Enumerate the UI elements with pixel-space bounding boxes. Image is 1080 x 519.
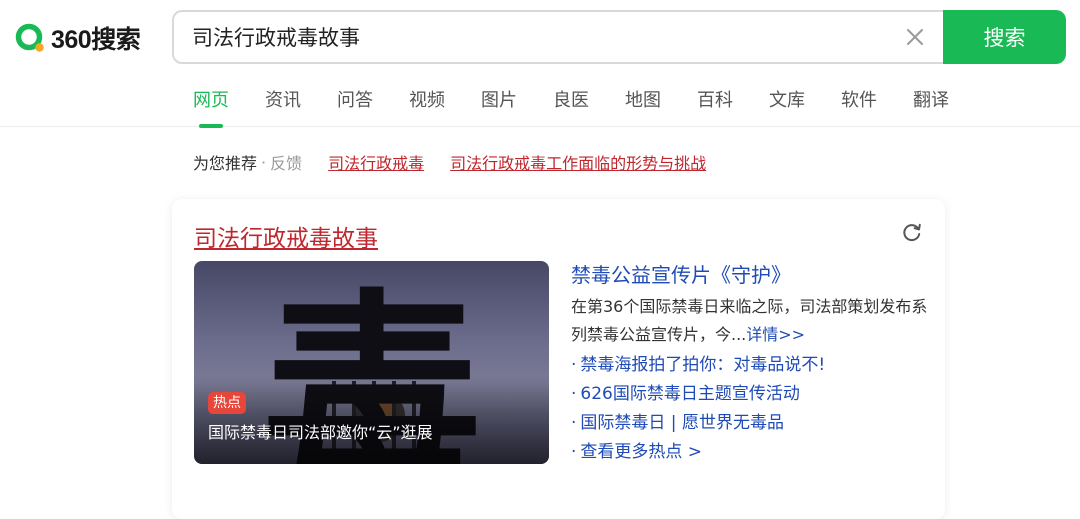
search-tabs: 网页 资讯 问答 视频 图片 良医 地图 百科 文库 软件 翻译 <box>193 88 985 128</box>
tab-webpage[interactable]: 网页 <box>193 88 229 128</box>
list-item-label: 626国际禁毒日主题宣传活动 <box>580 384 800 404</box>
tab-video[interactable]: 视频 <box>409 88 445 114</box>
list-item[interactable]: · 禁毒海报拍了拍你：对毒品说不! <box>571 351 931 380</box>
bullet-icon: · <box>571 384 577 404</box>
list-item[interactable]: · 国际禁毒日 | 愿世界无毒品 <box>571 409 931 438</box>
hot-list: · 禁毒海报拍了拍你：对毒品说不! · 626国际禁毒日主题宣传活动 · 国际禁毒日 … <box>571 351 931 467</box>
list-item[interactable]: · 626国际禁毒日主题宣传活动 <box>571 380 931 409</box>
list-item-label: 禁毒海报拍了拍你：对毒品说不! <box>580 355 826 375</box>
logo-text: 360搜索 <box>51 26 141 54</box>
recommend-link[interactable]: 司法行政戒毒工作面临的形势与挑战 <box>450 150 706 174</box>
recommend-link[interactable]: 司法行政戒毒 <box>328 150 424 174</box>
side-title-link[interactable]: 禁毒公益宣传片《守护》 <box>571 261 931 289</box>
logo[interactable]: 360搜索 <box>15 23 141 54</box>
list-item-label: 查看更多热点 > <box>580 442 703 462</box>
result-card: 司法行政戒毒故事 毒 热点 国际禁毒日司法部邀你“云”逛展 禁毒公益宣传片《守护… <box>172 199 945 519</box>
search-box <box>172 10 946 64</box>
feedback-link[interactable]: 反馈 <box>270 150 302 174</box>
tab-news[interactable]: 资讯 <box>265 88 301 114</box>
side-description: 在第36个国际禁毒日来临之际，司法部策划发布系列禁毒公益宣传片，今...详情>> <box>571 293 931 349</box>
tab-library[interactable]: 文库 <box>769 88 805 114</box>
bullet-icon: · <box>571 442 577 462</box>
header: 360搜索 搜索 网页 资讯 问答 视频 图片 良医 地图 百科 文库 软件 翻… <box>0 0 1080 128</box>
detail-link[interactable]: 详情>> <box>746 325 805 344</box>
list-item-label: 国际禁毒日 | 愿世界无毒品 <box>580 413 784 433</box>
logo-icon <box>15 23 45 53</box>
hot-badge: 热点 <box>208 392 246 414</box>
tab-qa[interactable]: 问答 <box>337 88 373 114</box>
recommend-bar: 为您推荐 · 反馈 司法行政戒毒 司法行政戒毒工作面临的形势与挑战 <box>193 150 706 174</box>
tab-translate[interactable]: 翻译 <box>913 88 949 114</box>
side-panel: 禁毒公益宣传片《守护》 在第36个国际禁毒日来临之际，司法部策划发布系列禁毒公益… <box>571 261 931 467</box>
tab-encyclopedia[interactable]: 百科 <box>697 88 733 114</box>
bullet-icon: · <box>571 355 577 375</box>
search-button[interactable]: 搜索 <box>943 10 1066 64</box>
tab-map[interactable]: 地图 <box>625 88 661 114</box>
search-input[interactable] <box>192 12 872 62</box>
tab-doctor[interactable]: 良医 <box>553 88 589 114</box>
tab-images[interactable]: 图片 <box>481 88 517 114</box>
hot-topic-image[interactable]: 毒 热点 国际禁毒日司法部邀你“云”逛展 <box>194 261 549 464</box>
result-title[interactable]: 司法行政戒毒故事 <box>194 219 378 253</box>
bullet-icon: · <box>571 413 577 433</box>
recommend-label: 为您推荐 <box>193 154 258 173</box>
refresh-icon[interactable] <box>901 221 923 243</box>
recommend-separator: · <box>261 152 267 172</box>
image-shade <box>194 374 549 464</box>
close-icon[interactable] <box>902 24 928 50</box>
more-hot-link[interactable]: · 查看更多热点 > <box>571 438 931 467</box>
image-caption: 国际禁毒日司法部邀你“云”逛展 <box>208 423 433 442</box>
tab-software[interactable]: 软件 <box>841 88 877 114</box>
